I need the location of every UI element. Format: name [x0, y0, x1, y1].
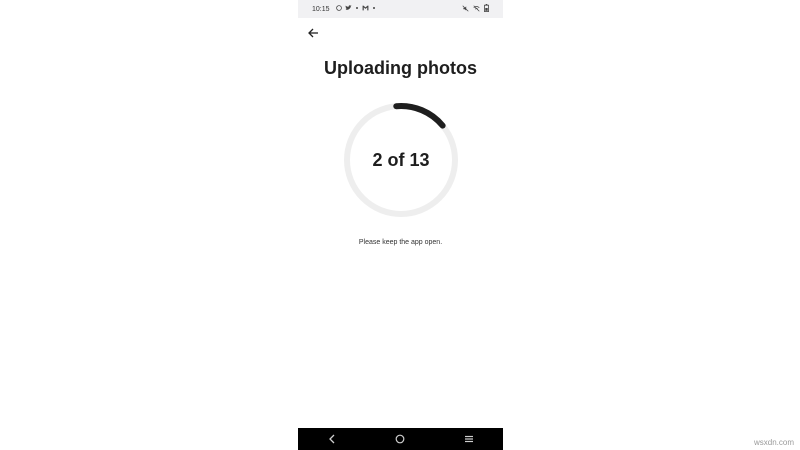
nav-home-button[interactable]: [385, 428, 415, 450]
dot-icon: [355, 5, 359, 13]
watermark: wsxdn.com: [753, 438, 794, 447]
mute-icon: [462, 4, 469, 14]
status-time: 10:15: [312, 5, 330, 13]
back-icon: [329, 434, 335, 444]
system-status-icons: [462, 0, 489, 18]
upload-progress-ring: 2 of 13: [341, 100, 461, 220]
nav-recents-button[interactable]: [454, 428, 484, 450]
keep-open-hint: Please keep the app open.: [358, 239, 443, 246]
dot-icon: [372, 5, 376, 13]
whatsapp-icon: [335, 5, 342, 13]
progress-label: 2 of 13: [372, 149, 430, 170]
arrow-left-icon: [308, 28, 318, 38]
system-nav-bar: [298, 428, 503, 450]
twitter-icon: [345, 5, 352, 13]
status-bar: 10:15: [298, 0, 503, 18]
home-icon: [396, 434, 405, 444]
nav-back-button[interactable]: [317, 428, 347, 450]
phone-screen: 10:15 Uploading photos 2 of 13 Please ke…: [298, 0, 503, 450]
gmail-icon: [362, 5, 369, 13]
wifi-off-icon: [473, 4, 480, 14]
page-title: Uploading photos: [324, 58, 477, 78]
notification-icons: [335, 5, 376, 13]
battery-icon: [484, 4, 489, 14]
screenshot-stage: 10:15 Uploading photos 2 of 13 Please ke…: [0, 0, 800, 450]
back-button[interactable]: [304, 24, 322, 42]
recents-icon: [464, 435, 473, 443]
